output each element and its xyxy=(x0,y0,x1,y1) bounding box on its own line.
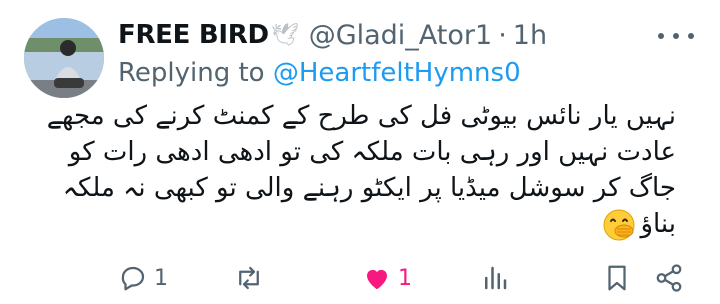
user-handle[interactable]: @Gladi_Ator1 xyxy=(309,20,493,51)
retweet-button[interactable] xyxy=(234,258,270,298)
more-dot-icon xyxy=(688,33,694,39)
avatar[interactable] xyxy=(24,18,104,98)
timestamp[interactable]: 1h xyxy=(513,20,547,51)
bookmark-icon xyxy=(608,265,626,291)
tweet-text-line: بناؤ xyxy=(640,209,676,239)
separator-dot: · xyxy=(498,19,507,51)
share-icon xyxy=(656,264,682,292)
heart-icon xyxy=(367,269,387,290)
like-count: 1 xyxy=(398,265,412,291)
tweet-text-line: عادت نہیں اور رہی بات ملکہ کی تو ادھی اد… xyxy=(68,137,676,167)
tweet-actions: 1 1 xyxy=(0,258,720,298)
replying-to-label: Replying to xyxy=(118,58,265,88)
views-icon xyxy=(485,266,507,290)
avatar-image xyxy=(24,18,104,98)
display-name[interactable]: FREE BIRD xyxy=(118,20,269,50)
more-options-button[interactable] xyxy=(658,26,694,46)
face-with-hand-over-mouth-emoji xyxy=(602,208,636,242)
tweet-text-line-last: بناؤ xyxy=(130,206,676,242)
replying-to-mention[interactable]: @HeartfeltHymns0 xyxy=(273,58,521,88)
dove-icon: 🕊 xyxy=(270,22,299,48)
more-dot-icon xyxy=(658,33,664,39)
like-button[interactable]: 1 xyxy=(362,258,412,298)
retweet-icon xyxy=(239,266,259,290)
more-dot-icon xyxy=(673,33,679,39)
bookmark-button[interactable] xyxy=(602,258,632,298)
tweet-text-line: نہیں یار نائس بیوٹی فل کی طرح کے کمنٹ کر… xyxy=(46,101,676,131)
replying-to: Replying to @HeartfeltHymns0 xyxy=(118,58,521,88)
reply-icon xyxy=(121,266,145,291)
share-button[interactable] xyxy=(654,258,684,298)
views-button[interactable] xyxy=(480,258,516,298)
tweet-text: نہیں یار نائس بیوٹی فل کی طرح کے کمنٹ کر… xyxy=(46,98,676,242)
tweet-text-line: جاگ کر سوشل میڈیا پر ایکٹو رہنے والی تو … xyxy=(62,173,676,203)
reply-count: 1 xyxy=(154,265,168,291)
reply-button[interactable]: 1 xyxy=(118,258,168,298)
